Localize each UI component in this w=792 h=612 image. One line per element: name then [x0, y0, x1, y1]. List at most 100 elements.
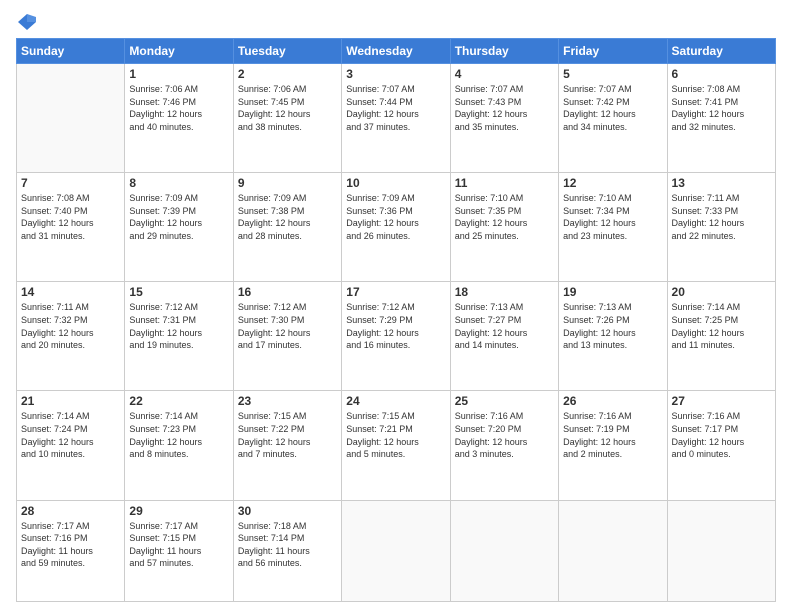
calendar-cell: 21Sunrise: 7:14 AM Sunset: 7:24 PM Dayli…	[17, 391, 125, 500]
day-number: 18	[455, 285, 554, 299]
calendar-cell: 20 Sunrise: 7:14 AM Sunset: 7:25 PM Dayli…	[667, 282, 775, 391]
day-info: Sunrise: 7:10 AM Sunset: 7:34 PM Dayligh…	[563, 192, 662, 242]
day-number: 25	[455, 394, 554, 408]
day-number: 12	[563, 176, 662, 190]
day-info: Sunrise: 7:12 AM Sunset: 7:30 PM Dayligh…	[238, 301, 337, 351]
day-info: Sunrise: 7:16 AM Sunset: 7:19 PM Dayligh…	[563, 410, 662, 460]
calendar-cell: 19 Sunrise: 7:13 AM Sunset: 7:26 PM Dayli…	[559, 282, 667, 391]
day-number: 6	[672, 67, 771, 81]
day-number: 14	[21, 285, 120, 299]
weekday-header-saturday: Saturday	[667, 39, 775, 64]
day-info: Sunrise: 7:09 AM Sunset: 7:38 PM Dayligh…	[238, 192, 337, 242]
day-number: 28	[21, 504, 120, 518]
day-info: Sunrise: 7:09 AM Sunset: 7:36 PM Dayligh…	[346, 192, 445, 242]
day-number: 19	[563, 285, 662, 299]
day-number: 5	[563, 67, 662, 81]
calendar-week-2: 7 Sunrise: 7:08 AM Sunset: 7:40 PM Daylig…	[17, 173, 776, 282]
calendar-cell: 15 Sunrise: 7:12 AM Sunset: 7:31 PM Dayli…	[125, 282, 233, 391]
calendar-cell: 14 Sunrise: 7:11 AM Sunset: 7:32 PM Dayli…	[17, 282, 125, 391]
day-number: 15	[129, 285, 228, 299]
day-info: Sunrise: 7:10 AM Sunset: 7:35 PM Dayligh…	[455, 192, 554, 242]
day-number: 16	[238, 285, 337, 299]
day-number: 29	[129, 504, 228, 518]
page: SundayMondayTuesdayWednesdayThursdayFrid…	[0, 0, 792, 612]
day-number: 2	[238, 67, 337, 81]
calendar-cell: 18 Sunrise: 7:13 AM Sunset: 7:27 PM Dayli…	[450, 282, 558, 391]
calendar-cell: 27 Sunrise: 7:16 AM Sunset: 7:17 PM Dayli…	[667, 391, 775, 500]
calendar-cell: 1 Sunrise: 7:06 AM Sunset: 7:46 PM Daylig…	[125, 64, 233, 173]
day-info: Sunrise: 7:07 AM Sunset: 7:44 PM Dayligh…	[346, 83, 445, 133]
day-number: 1	[129, 67, 228, 81]
calendar-cell: 6 Sunrise: 7:08 AM Sunset: 7:41 PM Daylig…	[667, 64, 775, 173]
logo	[16, 12, 36, 30]
day-info: Sunrise: 7:17 AM Sunset: 7:15 PM Dayligh…	[129, 520, 228, 570]
day-number: 7	[21, 176, 120, 190]
day-info: Sunrise: 7:11 AM Sunset: 7:33 PM Dayligh…	[672, 192, 771, 242]
day-number: 24	[346, 394, 445, 408]
calendar-table: SundayMondayTuesdayWednesdayThursdayFrid…	[16, 38, 776, 602]
day-info: Sunrise: 7:06 AM Sunset: 7:46 PM Dayligh…	[129, 83, 228, 133]
day-info: Sunrise: 7:14 AM Sunset: 7:23 PM Dayligh…	[129, 410, 228, 460]
calendar-cell: 10 Sunrise: 7:09 AM Sunset: 7:36 PM Dayli…	[342, 173, 450, 282]
day-info: Sunrise: 7:11 AM Sunset: 7:32 PM Dayligh…	[21, 301, 120, 351]
weekday-header-monday: Monday	[125, 39, 233, 64]
day-number: 23	[238, 394, 337, 408]
calendar-cell: 30 Sunrise: 7:18 AM Sunset: 7:14 PM Dayli…	[233, 500, 341, 601]
day-info: Sunrise: 7:08 AM Sunset: 7:41 PM Dayligh…	[672, 83, 771, 133]
weekday-header-wednesday: Wednesday	[342, 39, 450, 64]
day-number: 10	[346, 176, 445, 190]
day-info: Sunrise: 7:13 AM Sunset: 7:26 PM Dayligh…	[563, 301, 662, 351]
weekday-header-sunday: Sunday	[17, 39, 125, 64]
day-info: Sunrise: 7:09 AM Sunset: 7:39 PM Dayligh…	[129, 192, 228, 242]
calendar-cell: 9 Sunrise: 7:09 AM Sunset: 7:38 PM Daylig…	[233, 173, 341, 282]
calendar-cell	[342, 500, 450, 601]
calendar-cell: 2 Sunrise: 7:06 AM Sunset: 7:45 PM Daylig…	[233, 64, 341, 173]
calendar-cell: 3 Sunrise: 7:07 AM Sunset: 7:44 PM Daylig…	[342, 64, 450, 173]
day-info: Sunrise: 7:12 AM Sunset: 7:29 PM Dayligh…	[346, 301, 445, 351]
calendar-cell: 28Sunrise: 7:17 AM Sunset: 7:16 PM Dayli…	[17, 500, 125, 601]
day-number: 11	[455, 176, 554, 190]
calendar-cell: 16 Sunrise: 7:12 AM Sunset: 7:30 PM Dayli…	[233, 282, 341, 391]
day-info: Sunrise: 7:14 AM Sunset: 7:25 PM Dayligh…	[672, 301, 771, 351]
day-number: 4	[455, 67, 554, 81]
calendar-header-row: SundayMondayTuesdayWednesdayThursdayFrid…	[17, 39, 776, 64]
day-number: 13	[672, 176, 771, 190]
calendar-cell: 12 Sunrise: 7:10 AM Sunset: 7:34 PM Dayli…	[559, 173, 667, 282]
header	[16, 12, 776, 30]
day-info: Sunrise: 7:15 AM Sunset: 7:22 PM Dayligh…	[238, 410, 337, 460]
day-info: Sunrise: 7:13 AM Sunset: 7:27 PM Dayligh…	[455, 301, 554, 351]
day-info: Sunrise: 7:18 AM Sunset: 7:14 PM Dayligh…	[238, 520, 337, 570]
day-info: Sunrise: 7:12 AM Sunset: 7:31 PM Dayligh…	[129, 301, 228, 351]
day-number: 30	[238, 504, 337, 518]
day-number: 20	[672, 285, 771, 299]
day-info: Sunrise: 7:14 AM Sunset: 7:24 PM Dayligh…	[21, 410, 120, 460]
calendar-cell	[17, 64, 125, 173]
calendar-cell: 22Sunrise: 7:14 AM Sunset: 7:23 PM Dayli…	[125, 391, 233, 500]
calendar-cell: 4 Sunrise: 7:07 AM Sunset: 7:43 PM Daylig…	[450, 64, 558, 173]
calendar-cell: 8 Sunrise: 7:09 AM Sunset: 7:39 PM Daylig…	[125, 173, 233, 282]
day-info: Sunrise: 7:06 AM Sunset: 7:45 PM Dayligh…	[238, 83, 337, 133]
day-number: 27	[672, 394, 771, 408]
day-number: 26	[563, 394, 662, 408]
day-info: Sunrise: 7:07 AM Sunset: 7:43 PM Dayligh…	[455, 83, 554, 133]
day-info: Sunrise: 7:16 AM Sunset: 7:17 PM Dayligh…	[672, 410, 771, 460]
day-number: 8	[129, 176, 228, 190]
calendar-cell	[667, 500, 775, 601]
calendar-cell: 26 Sunrise: 7:16 AM Sunset: 7:19 PM Dayli…	[559, 391, 667, 500]
day-number: 3	[346, 67, 445, 81]
calendar-cell: 17Sunrise: 7:12 AM Sunset: 7:29 PM Dayli…	[342, 282, 450, 391]
weekday-header-tuesday: Tuesday	[233, 39, 341, 64]
calendar-week-1: 1 Sunrise: 7:06 AM Sunset: 7:46 PM Daylig…	[17, 64, 776, 173]
weekday-header-friday: Friday	[559, 39, 667, 64]
calendar-week-5: 28Sunrise: 7:17 AM Sunset: 7:16 PM Dayli…	[17, 500, 776, 601]
day-info: Sunrise: 7:07 AM Sunset: 7:42 PM Dayligh…	[563, 83, 662, 133]
calendar-week-4: 21Sunrise: 7:14 AM Sunset: 7:24 PM Dayli…	[17, 391, 776, 500]
day-number: 9	[238, 176, 337, 190]
calendar-cell: 23 Sunrise: 7:15 AM Sunset: 7:22 PM Dayli…	[233, 391, 341, 500]
calendar-cell: 13 Sunrise: 7:11 AM Sunset: 7:33 PM Dayli…	[667, 173, 775, 282]
calendar-cell: 7 Sunrise: 7:08 AM Sunset: 7:40 PM Daylig…	[17, 173, 125, 282]
calendar-cell: 5 Sunrise: 7:07 AM Sunset: 7:42 PM Daylig…	[559, 64, 667, 173]
calendar-cell: 25Sunrise: 7:16 AM Sunset: 7:20 PM Dayli…	[450, 391, 558, 500]
calendar-week-3: 14 Sunrise: 7:11 AM Sunset: 7:32 PM Dayli…	[17, 282, 776, 391]
day-info: Sunrise: 7:08 AM Sunset: 7:40 PM Dayligh…	[21, 192, 120, 242]
